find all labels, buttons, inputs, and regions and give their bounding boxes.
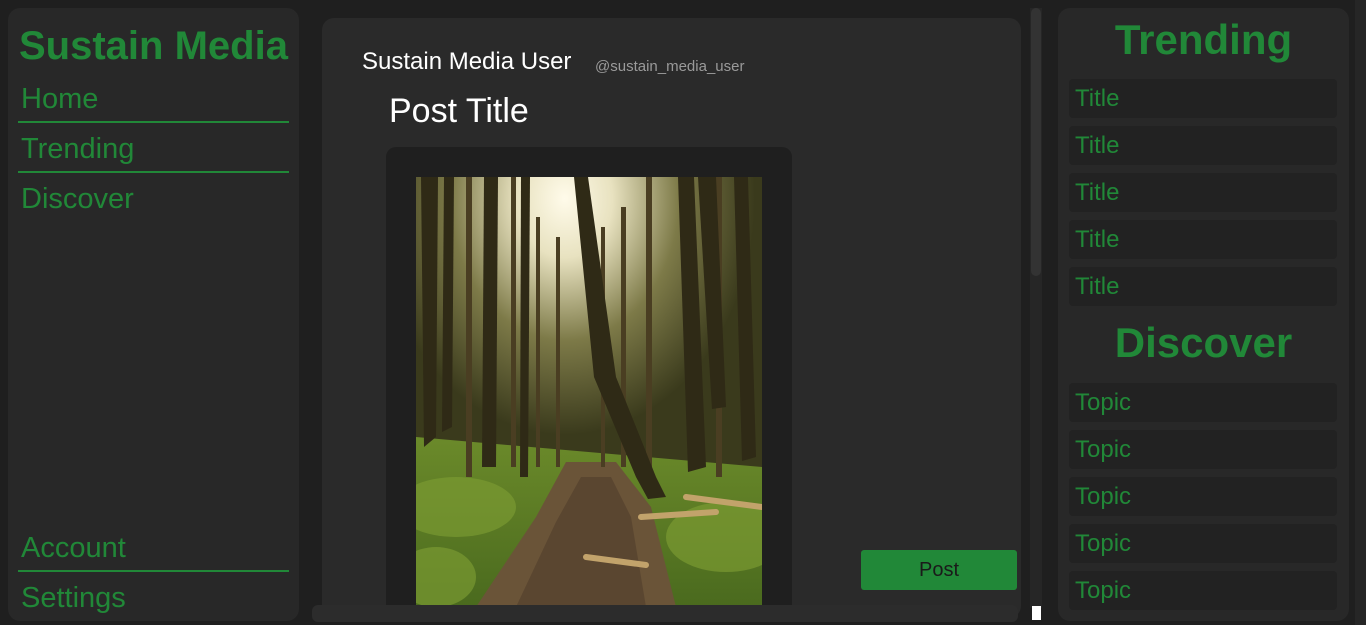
discover-item[interactable]: Topic bbox=[1069, 383, 1337, 422]
discover-item[interactable]: Topic bbox=[1069, 524, 1337, 563]
trending-item[interactable]: Title bbox=[1069, 173, 1337, 212]
nav-item-discover[interactable]: Discover bbox=[18, 175, 289, 223]
post-card: Sustain Media User @sustain_media_user P… bbox=[322, 18, 1021, 618]
post-author-handle[interactable]: @sustain_media_user bbox=[595, 58, 744, 75]
nav-item-home[interactable]: Home bbox=[18, 75, 289, 123]
brand-logo-text[interactable]: Sustain Media bbox=[19, 24, 288, 69]
trending-item[interactable]: Title bbox=[1069, 267, 1337, 306]
window-edge bbox=[1355, 0, 1366, 625]
discover-item[interactable]: Topic bbox=[1069, 571, 1337, 610]
post-image[interactable] bbox=[416, 177, 762, 607]
post-author-name[interactable]: Sustain Media User bbox=[362, 48, 571, 76]
post-image-frame bbox=[386, 147, 792, 618]
trending-item[interactable]: Title bbox=[1069, 126, 1337, 165]
left-sidebar: Sustain Media Home Trending Discover Acc… bbox=[8, 8, 299, 621]
post-title: Post Title bbox=[389, 92, 529, 130]
main-horizontal-scrollbar[interactable] bbox=[312, 605, 1018, 622]
right-sidebar: Trending Title Title Title Title Title D… bbox=[1058, 8, 1349, 621]
post-button[interactable]: Post bbox=[861, 550, 1017, 590]
nav-item-settings[interactable]: Settings bbox=[18, 574, 289, 622]
main-vertical-scroll-thumb[interactable] bbox=[1031, 8, 1041, 276]
trending-heading: Trending bbox=[1114, 16, 1293, 63]
scroll-corner bbox=[1032, 606, 1041, 620]
trending-item[interactable]: Title bbox=[1069, 220, 1337, 259]
nav-item-account[interactable]: Account bbox=[18, 524, 289, 572]
discover-item[interactable]: Topic bbox=[1069, 430, 1337, 469]
trending-item[interactable]: Title bbox=[1069, 79, 1337, 118]
discover-heading: Discover bbox=[1114, 319, 1293, 366]
nav-item-trending[interactable]: Trending bbox=[18, 125, 289, 173]
discover-item[interactable]: Topic bbox=[1069, 477, 1337, 516]
